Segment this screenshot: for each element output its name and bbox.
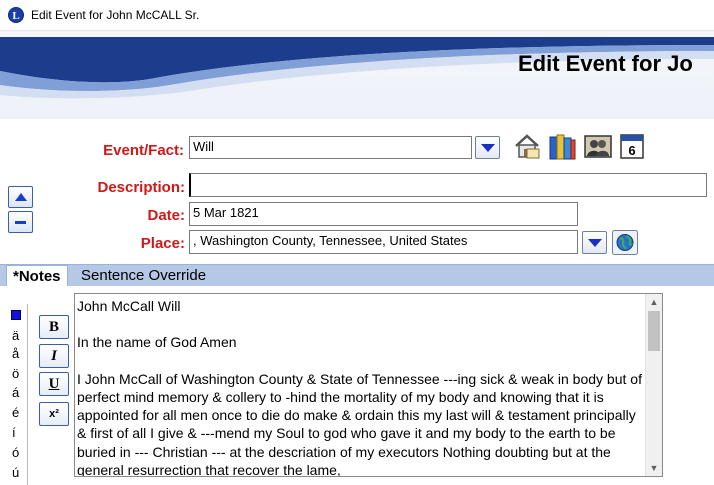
notes-text: John McCall Will In the name of God Amen… (77, 298, 642, 477)
scroll-up-arrow-icon[interactable]: ▲ (646, 294, 662, 310)
place-dropdown-button[interactable] (582, 231, 607, 254)
notes-scrollbar[interactable]: ▲ ▼ (645, 294, 662, 476)
scroll-down-arrow-icon[interactable]: ▼ (646, 460, 662, 476)
tab-bar: *Notes Sentence Override (0, 264, 714, 287)
event-fact-input[interactable]: Will (189, 136, 472, 159)
special-char-button[interactable]: í (12, 425, 16, 440)
title-bar: L Edit Event for John McCALL Sr. (0, 0, 714, 31)
special-char-button[interactable]: é (12, 405, 19, 420)
window-title: Edit Event for John McCALL Sr. (31, 8, 200, 22)
special-char-button[interactable]: ú (12, 465, 19, 480)
scroll-thumb[interactable] (648, 311, 660, 351)
special-char-button[interactable]: ä (12, 328, 19, 343)
date-input[interactable]: 5 Mar 1821 (189, 202, 578, 226)
special-character-strip: ä å ö á é í ó ú (4, 304, 28, 485)
special-char-button[interactable]: å (12, 346, 19, 361)
description-input[interactable] (189, 173, 707, 197)
collapse-button[interactable] (8, 211, 33, 233)
page-title: Edit Event for Jo (518, 51, 693, 76)
move-up-button[interactable] (8, 186, 33, 208)
special-char-button[interactable]: ó (12, 445, 19, 460)
tab-notes[interactable]: *Notes (6, 265, 68, 287)
place-input[interactable]: , Washington County, Tennessee, United S… (189, 230, 578, 254)
header-banner: Edit Event for Jo (0, 31, 714, 119)
tab-sentence-override[interactable]: Sentence Override (75, 265, 212, 287)
underline-button[interactable]: U (39, 372, 69, 396)
date-label: Date: (147, 207, 185, 224)
place-label: Place: (140, 235, 185, 252)
bold-button[interactable]: B (39, 315, 69, 339)
notes-textarea[interactable]: John McCall Will In the name of God Amen… (74, 293, 663, 477)
special-char-button[interactable]: ö (12, 366, 19, 381)
app-icon: L (8, 7, 24, 23)
event-fact-dropdown-button[interactable] (475, 136, 500, 159)
books-icon[interactable] (547, 131, 577, 161)
calendar-icon[interactable]: 6 (618, 131, 648, 161)
calendar-day-text: 6 (628, 143, 635, 158)
superscript-button[interactable]: x² (39, 402, 69, 426)
people-portrait-icon[interactable] (583, 131, 613, 161)
event-fact-label: Event/Fact: (103, 142, 184, 159)
home-map-icon[interactable] (512, 131, 542, 161)
special-char-button[interactable]: á (12, 385, 19, 400)
italic-button[interactable]: I (39, 344, 69, 368)
text-color-swatch[interactable] (11, 310, 21, 320)
globe-icon[interactable] (612, 230, 638, 255)
description-label: Description: (97, 179, 185, 196)
